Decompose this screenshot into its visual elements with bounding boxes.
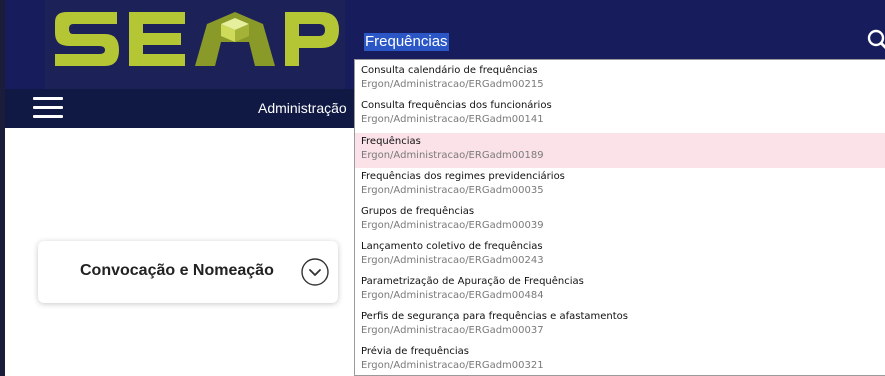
suggestion-path: Ergon/Administracao/ERGadm00141: [361, 114, 544, 125]
search-input[interactable]: Frequências: [364, 33, 449, 51]
suggestion-item[interactable]: Grupos de frequências Ergon/Administraca…: [355, 203, 885, 238]
suggestion-title: Parametrização de Apuração de Frequência…: [361, 276, 584, 287]
suggestion-title: Perfis de segurança para frequências e a…: [361, 311, 629, 322]
suggestion-title: Consulta calendário de frequências: [361, 65, 538, 76]
suggestion-item[interactable]: Perfis de segurança para frequências e a…: [355, 308, 885, 343]
suggestion-item[interactable]: Frequências dos regimes previdenciários …: [355, 168, 885, 203]
search-box[interactable]: Frequências: [359, 27, 885, 57]
search-suggestions-dropdown: Consulta calendário de frequências Ergon…: [354, 59, 885, 376]
suggestion-title: Frequências dos regimes previdenciários: [361, 171, 565, 182]
convocacao-nomeacao-card[interactable]: Convocação e Nomeação: [38, 241, 338, 303]
suggestion-item-highlighted[interactable]: Frequências Ergon/Administracao/ERGadm00…: [355, 133, 885, 168]
suggestion-path: Ergon/Administracao/ERGadm00035: [361, 185, 544, 196]
suggestion-title: Consulta frequências dos funcionários: [361, 100, 552, 111]
nav-link-administracao[interactable]: Administração: [258, 100, 347, 116]
suggestion-title: Grupos de frequências: [361, 206, 475, 217]
suggestion-item[interactable]: Parametrização de Apuração de Frequência…: [355, 273, 885, 308]
suggestion-path: Ergon/Administracao/ERGadm00189: [361, 150, 544, 161]
seap-logo[interactable]: [35, 0, 355, 89]
chevron-down-icon[interactable]: [300, 257, 330, 287]
suggestion-item[interactable]: Prévia de frequências Ergon/Administraca…: [355, 343, 885, 375]
suggestion-path: Ergon/Administracao/ERGadm00484: [361, 290, 544, 301]
suggestion-path: Ergon/Administracao/ERGadm00037: [361, 325, 544, 336]
suggestion-item[interactable]: Lançamento coletivo de frequências Ergon…: [355, 238, 885, 273]
search-icon[interactable]: [867, 29, 885, 53]
suggestion-path: Ergon/Administracao/ERGadm00321: [361, 360, 544, 371]
card-title: Convocação e Nomeação: [80, 262, 274, 279]
suggestion-path: Ergon/Administracao/ERGadm00243: [361, 255, 544, 266]
suggestion-title: Lançamento coletivo de frequências: [361, 241, 543, 252]
suggestion-item[interactable]: Consulta frequências dos funcionários Er…: [355, 97, 885, 132]
hamburger-icon[interactable]: [33, 97, 63, 119]
suggestion-item[interactable]: Consulta calendário de frequências Ergon…: [355, 62, 885, 97]
suggestion-path: Ergon/Administracao/ERGadm00215: [361, 79, 544, 90]
suggestion-title: Frequências: [361, 136, 421, 147]
suggestion-path: Ergon/Administracao/ERGadm00039: [361, 220, 544, 231]
suggestion-title: Prévia de frequências: [361, 346, 469, 357]
